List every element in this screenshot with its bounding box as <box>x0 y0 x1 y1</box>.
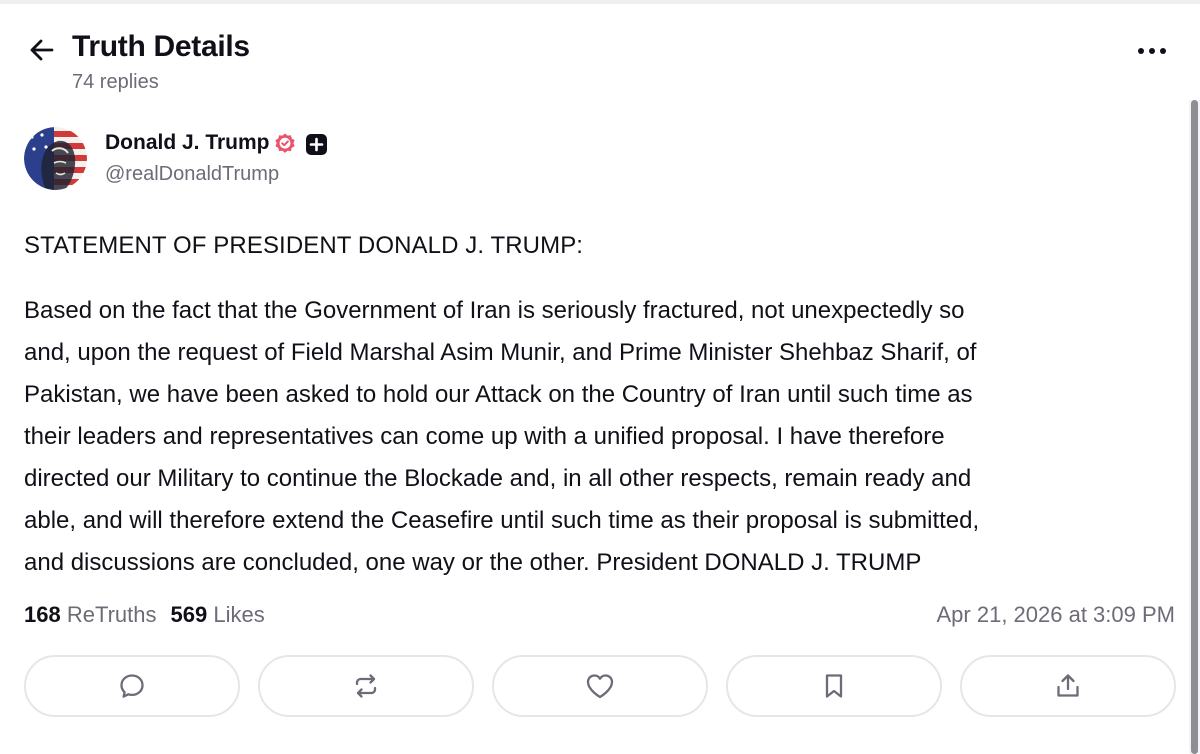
avatar-image <box>24 127 87 190</box>
scrollbar-thumb[interactable] <box>1191 100 1198 754</box>
author-name[interactable]: Donald J. Trump <box>105 131 270 155</box>
like-button[interactable] <box>492 655 708 717</box>
retruth-button[interactable] <box>258 655 474 717</box>
post-line: and, upon the request of Field Marshal A… <box>24 339 977 366</box>
retruths-label: ReTruths <box>66 602 157 627</box>
post-line: their leaders and representatives can co… <box>24 423 945 450</box>
verified-badge-icon <box>275 133 295 153</box>
truth-details-page: Truth Details 74 replies Donald J. Trump… <box>0 0 1200 754</box>
plus-badge-icon <box>306 134 327 155</box>
back-button[interactable] <box>24 32 60 68</box>
post-line: able, and will therefore extend the Ceas… <box>24 507 980 534</box>
post-timestamp: Apr 21, 2026 at 3:09 PM <box>936 602 1176 627</box>
reply-button[interactable] <box>24 655 240 717</box>
more-options-button[interactable] <box>1132 36 1172 66</box>
post-line: Pakistan, we have been asked to hold our… <box>24 381 973 408</box>
share-button[interactable] <box>960 655 1176 717</box>
post-stats: 168 ReTruths 569 Likes <box>24 602 265 628</box>
post-line: and discussions are concluded, one way o… <box>24 549 922 576</box>
comment-icon <box>120 674 144 698</box>
likes-link[interactable]: 569 Likes <box>171 602 265 627</box>
top-divider <box>0 0 1200 4</box>
retruths-link[interactable]: 168 ReTruths <box>24 602 157 627</box>
post-line: directed our Military to continue the Bl… <box>24 465 972 492</box>
likes-count: 569 <box>170 602 208 627</box>
ellipsis-icon <box>1138 48 1166 54</box>
share-icon <box>1057 674 1079 697</box>
likes-label: Likes <box>213 602 265 627</box>
author-handle[interactable]: @realDonaldTrump <box>105 163 279 186</box>
post-body: Based on the fact that the Government of… <box>24 290 1184 584</box>
post-heading: STATEMENT OF PRESIDENT DONALD J. TRUMP: <box>24 232 584 259</box>
retruths-count: 168 <box>24 602 61 627</box>
avatar[interactable] <box>24 127 87 190</box>
arrow-left-icon <box>30 39 54 61</box>
heart-icon <box>586 674 614 699</box>
page-title: Truth Details <box>72 30 250 63</box>
reply-count: 74 replies <box>72 71 159 93</box>
repost-icon <box>355 674 377 698</box>
post-line: Based on the fact that the Government of… <box>24 297 965 324</box>
bookmark-button[interactable] <box>726 655 942 717</box>
bookmark-icon <box>825 674 843 698</box>
